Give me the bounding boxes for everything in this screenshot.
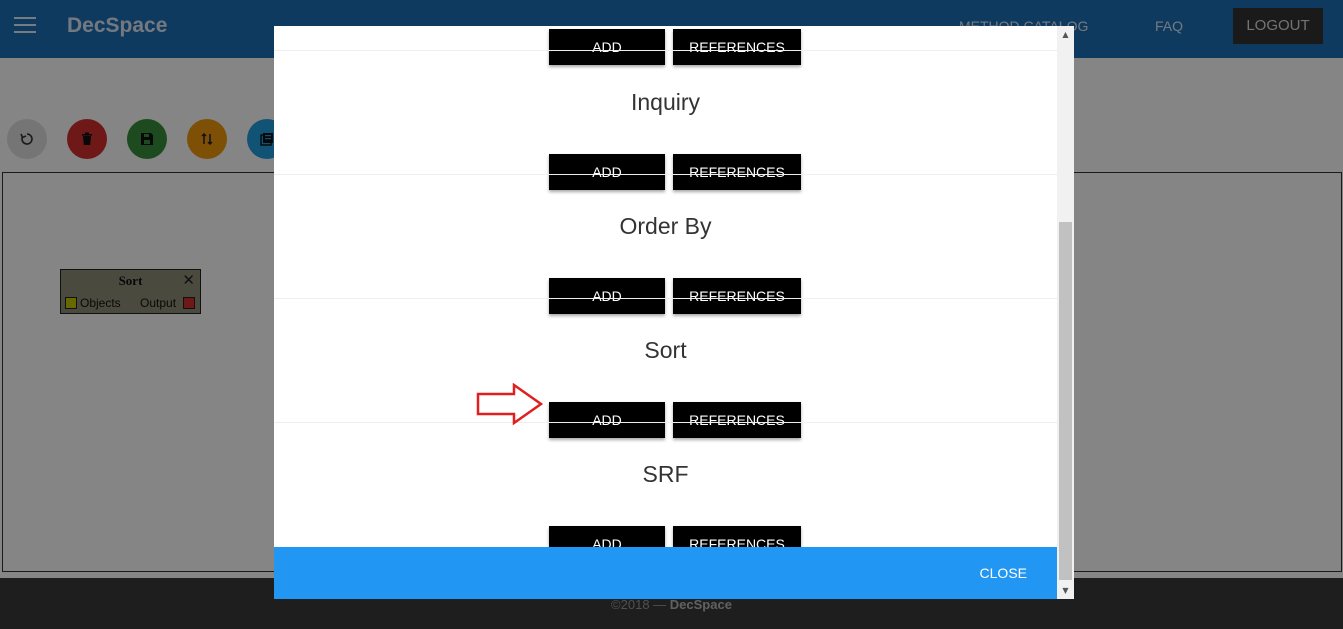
method-section-inquiry: Inquiry ADD REFERENCES: [274, 50, 1057, 190]
method-section-sort: Sort ADD REFERENCES: [274, 298, 1057, 438]
method-section-srf: SRF ADD REFERENCES: [274, 422, 1057, 547]
red-arrow-annotation-icon: [476, 383, 544, 425]
references-button[interactable]: REFERENCES: [673, 526, 801, 547]
scroll-down-arrow-icon[interactable]: ▼: [1057, 582, 1074, 599]
scrollbar-thumb[interactable]: [1059, 222, 1072, 580]
method-section-order-by: Order By ADD REFERENCES: [274, 174, 1057, 314]
modal-scrollbar[interactable]: ▲ ▼: [1057, 26, 1074, 599]
close-button[interactable]: CLOSE: [980, 565, 1027, 581]
method-title: SRF: [642, 461, 689, 487]
scroll-up-arrow-icon[interactable]: ▲: [1057, 26, 1074, 43]
method-section: ADD REFERENCES: [274, 26, 1057, 65]
method-title: Sort: [644, 337, 687, 363]
modal-footer: CLOSE: [274, 547, 1057, 599]
method-catalog-modal: ADD REFERENCES Inquiry ADD REFERENCES Or…: [274, 26, 1074, 599]
method-title: Inquiry: [630, 89, 701, 115]
add-button[interactable]: ADD: [549, 526, 665, 547]
modal-content[interactable]: ADD REFERENCES Inquiry ADD REFERENCES Or…: [274, 26, 1057, 547]
method-title: Order By: [619, 213, 712, 239]
